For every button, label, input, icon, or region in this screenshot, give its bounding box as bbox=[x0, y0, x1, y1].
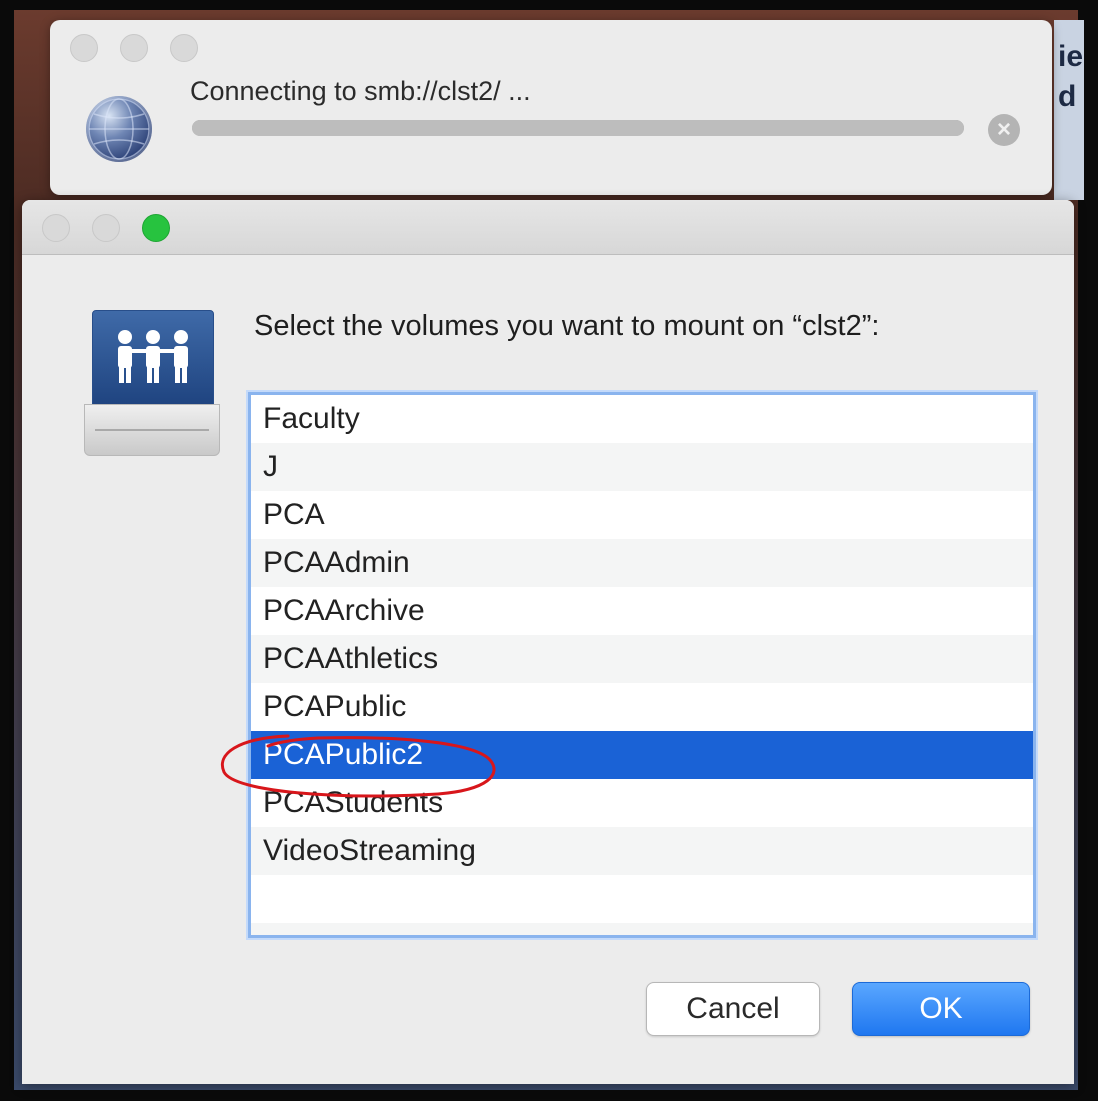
volume-list[interactable]: Faculty J PCA PCAAdmin PCAArchive PCAAthletic… bbox=[248, 392, 1036, 938]
volume-list-item[interactable]: PCAPublic bbox=[251, 683, 1033, 731]
minimize-button[interactable] bbox=[120, 34, 148, 62]
globe-icon bbox=[86, 96, 152, 162]
connection-status-text: Connecting to smb://clst2/ ... bbox=[190, 76, 531, 106]
progress-fill bbox=[192, 120, 964, 136]
volume-list-item[interactable]: PCAStudents bbox=[251, 779, 1033, 827]
dialog-titlebar bbox=[22, 200, 1074, 255]
background-text: d bbox=[1058, 80, 1077, 113]
background-text: ie bbox=[1058, 40, 1084, 73]
zoom-button[interactable] bbox=[142, 214, 170, 242]
close-button[interactable] bbox=[70, 34, 98, 62]
mount-volumes-dialog: Select the volumes you want to mount on … bbox=[22, 200, 1074, 1084]
server-icon-base bbox=[84, 404, 220, 456]
screenshot-frame: ie d Connecting to smb://clst2/ ... × Se… bbox=[0, 0, 1098, 1101]
minimize-button[interactable] bbox=[92, 214, 120, 242]
volume-list-item[interactable]: PCA bbox=[251, 491, 1033, 539]
cancel-button[interactable]: Cancel bbox=[646, 982, 820, 1036]
connecting-window: Connecting to smb://clst2/ ... × bbox=[50, 20, 1052, 195]
volume-list-item[interactable]: Faculty bbox=[251, 395, 1033, 443]
volume-list-item[interactable]: PCAAdmin bbox=[251, 539, 1033, 587]
volume-list-item[interactable]: VideoStreaming bbox=[251, 827, 1033, 875]
volume-list-item[interactable]: PCAAthletics bbox=[251, 635, 1033, 683]
volume-list-empty-row bbox=[251, 875, 1033, 923]
connection-progress-bar bbox=[192, 120, 964, 136]
server-icon-top bbox=[92, 310, 214, 406]
volume-list-item[interactable]: PCAPublic2 bbox=[251, 731, 1033, 779]
zoom-button[interactable] bbox=[170, 34, 198, 62]
ok-button[interactable]: OK bbox=[852, 982, 1030, 1036]
volume-list-item[interactable]: J bbox=[251, 443, 1033, 491]
volume-list-item[interactable]: PCAArchive bbox=[251, 587, 1033, 635]
close-button[interactable] bbox=[42, 214, 70, 242]
volume-list-empty-row bbox=[251, 923, 1033, 935]
stop-icon[interactable]: × bbox=[988, 114, 1020, 146]
dialog-prompt: Select the volumes you want to mount on … bbox=[254, 310, 880, 342]
server-icon bbox=[84, 310, 220, 460]
